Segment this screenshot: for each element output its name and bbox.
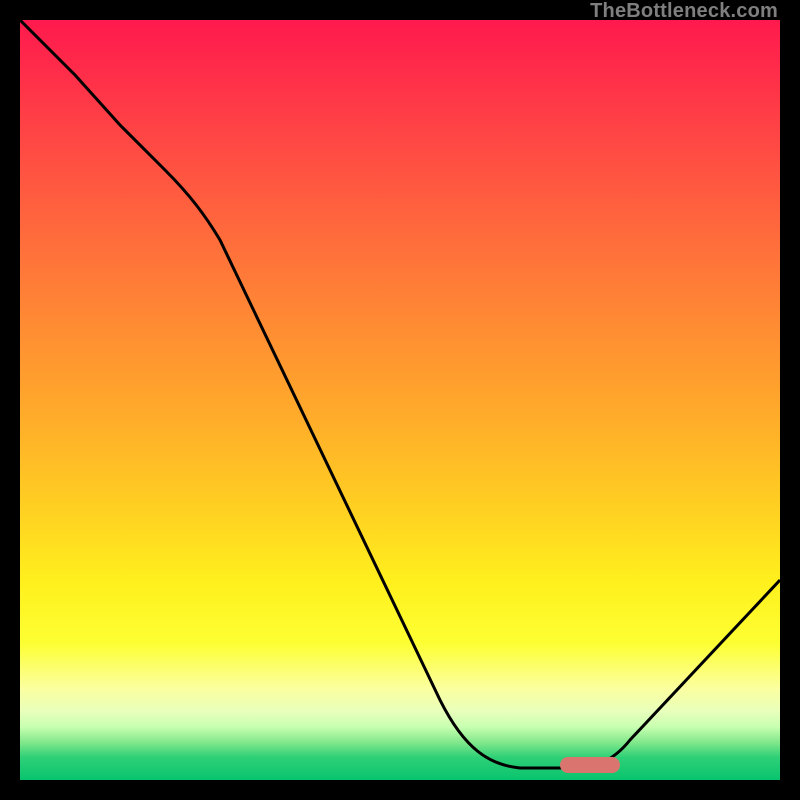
plot-area (20, 20, 780, 780)
watermark-text: TheBottleneck.com (590, 0, 778, 23)
bottleneck-curve (20, 20, 780, 768)
bottleneck-chart (20, 20, 780, 780)
optimal-range-marker (560, 757, 620, 773)
